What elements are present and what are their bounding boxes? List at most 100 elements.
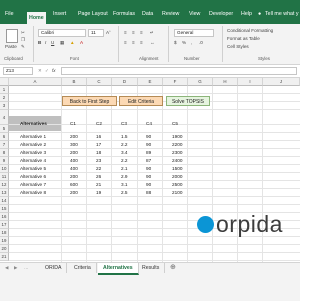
- criteria-value-cell[interactable]: 3.1: [121, 181, 128, 189]
- sheet-tab-results[interactable]: Results: [137, 263, 166, 273]
- alternative-name-cell[interactable]: Alternative 2: [20, 141, 46, 149]
- next-sheet-icon[interactable]: ▶: [14, 265, 18, 271]
- criteria-value-cell[interactable]: 200: [70, 173, 78, 181]
- cut-icon[interactable]: ✂: [21, 30, 25, 36]
- name-box[interactable]: Z13: [3, 67, 33, 75]
- row-header-14[interactable]: 14: [0, 197, 9, 205]
- criteria-value-cell[interactable]: 1500: [172, 165, 182, 173]
- criteria-value-cell[interactable]: 200: [70, 133, 78, 141]
- tab-data[interactable]: Data: [142, 9, 153, 19]
- criteria-value-cell[interactable]: 18: [96, 149, 101, 157]
- more-sheets-icon[interactable]: …: [24, 265, 29, 271]
- percent-icon[interactable]: %: [182, 40, 186, 46]
- criteria-value-cell[interactable]: 90: [146, 165, 151, 173]
- tab-formulas[interactable]: Formulas: [113, 9, 135, 19]
- font-name-select[interactable]: Calibri: [38, 29, 86, 37]
- align-top-icon[interactable]: ≡: [124, 30, 127, 36]
- column-header-d[interactable]: D: [112, 78, 138, 86]
- paste-label[interactable]: Paste: [5, 44, 17, 50]
- format-as-table-button[interactable]: Format as Table: [227, 36, 260, 42]
- alternative-name-cell[interactable]: Alternative 4: [20, 157, 46, 165]
- paste-icon[interactable]: [6, 29, 18, 43]
- wrap-text-icon[interactable]: ↵: [150, 30, 154, 36]
- criteria-value-cell[interactable]: 2.5: [121, 189, 128, 197]
- row-header-5[interactable]: 5: [0, 125, 9, 133]
- criteria-value-cell[interactable]: 2.2: [121, 141, 128, 149]
- conditional-formatting-button[interactable]: Conditional Formatting: [227, 28, 273, 34]
- tab-review[interactable]: Review: [162, 9, 179, 19]
- borders-icon[interactable]: ▦: [60, 40, 64, 46]
- tab-developer[interactable]: Developer: [209, 9, 233, 19]
- row-header-8[interactable]: 8: [0, 149, 9, 157]
- criteria-value-cell[interactable]: 90: [146, 133, 151, 141]
- row-header-17[interactable]: 17: [0, 221, 9, 229]
- column-header-e[interactable]: E: [138, 78, 163, 86]
- align-middle-icon[interactable]: ≡: [132, 30, 135, 36]
- row-header-20[interactable]: 20: [0, 245, 9, 253]
- criteria-value-cell[interactable]: 400: [70, 165, 78, 173]
- criteria-value-cell[interactable]: 1900: [172, 133, 182, 141]
- grow-font-icon[interactable]: Aˆ: [106, 30, 111, 36]
- criteria-value-cell[interactable]: 21: [96, 181, 101, 189]
- criteria-value-cell[interactable]: 2.2: [121, 157, 128, 165]
- fx-icon[interactable]: fx: [52, 68, 56, 74]
- column-header-g[interactable]: G: [188, 78, 213, 86]
- criteria-value-cell[interactable]: 2100: [172, 189, 182, 197]
- italic-button[interactable]: I: [45, 40, 46, 46]
- row-header-11[interactable]: 11: [0, 173, 9, 181]
- row-header-9[interactable]: 9: [0, 157, 9, 165]
- tab-insert[interactable]: Insert: [53, 9, 66, 19]
- row-header-12[interactable]: 12: [0, 181, 9, 189]
- criteria-value-cell[interactable]: 19: [96, 189, 101, 197]
- criteria-value-cell[interactable]: 2000: [172, 173, 182, 181]
- row-header-18[interactable]: 18: [0, 229, 9, 237]
- row-header-1[interactable]: 1: [0, 86, 9, 94]
- tab-file[interactable]: File: [5, 9, 14, 19]
- formula-input[interactable]: [61, 67, 297, 75]
- column-header-i[interactable]: I: [238, 78, 263, 86]
- criteria-value-cell[interactable]: 26: [96, 173, 101, 181]
- alternative-name-cell[interactable]: Alternative 8: [20, 189, 46, 197]
- column-header-a[interactable]: A: [9, 78, 62, 86]
- column-header-j[interactable]: J: [263, 78, 300, 86]
- criteria-value-cell[interactable]: 1.5: [121, 133, 128, 141]
- enter-icon[interactable]: ✓: [45, 68, 49, 74]
- row-header-19[interactable]: 19: [0, 237, 9, 245]
- row-header-21[interactable]: 21: [0, 253, 9, 261]
- tab-page-layout[interactable]: Page Layout: [78, 9, 108, 19]
- sheet-tab-criteria[interactable]: Criteria: [69, 263, 97, 273]
- criteria-value-cell[interactable]: 90: [146, 141, 151, 149]
- criteria-value-cell[interactable]: 2200: [172, 141, 182, 149]
- prev-sheet-icon[interactable]: ◀: [5, 265, 9, 271]
- merge-center-icon[interactable]: ↔: [150, 40, 155, 46]
- column-header-b[interactable]: B: [62, 78, 87, 86]
- align-center-icon[interactable]: ≡: [132, 40, 135, 46]
- criteria-value-cell[interactable]: 89: [146, 149, 151, 157]
- back-to-first-step-button[interactable]: Back to First Step: [62, 96, 117, 106]
- comma-icon[interactable]: ,: [191, 40, 192, 46]
- row-header-16[interactable]: 16: [0, 213, 9, 221]
- font-color-icon[interactable]: A: [80, 40, 83, 46]
- cell-styles-button[interactable]: Cell Styles: [227, 44, 249, 50]
- row-header-15[interactable]: 15: [0, 205, 9, 213]
- criteria-value-cell[interactable]: 2300: [172, 149, 182, 157]
- row-header-7[interactable]: 7: [0, 141, 9, 149]
- criteria-value-cell[interactable]: 2.9: [121, 173, 128, 181]
- criteria-value-cell[interactable]: 17: [96, 141, 101, 149]
- criteria-value-cell[interactable]: 16: [96, 133, 101, 141]
- add-sheet-icon[interactable]: ⊕: [170, 264, 176, 271]
- row-header-2[interactable]: 2: [0, 94, 9, 102]
- criteria-value-cell[interactable]: 88: [146, 189, 151, 197]
- alternative-name-cell[interactable]: Alternative 7: [20, 181, 46, 189]
- row-header-10[interactable]: 10: [0, 165, 9, 173]
- sheet-tab-orida[interactable]: ORIDA: [40, 263, 68, 273]
- currency-icon[interactable]: $: [174, 40, 177, 46]
- solve-topsis-button[interactable]: Solve TOPSIS: [166, 96, 210, 106]
- tab-view[interactable]: View: [189, 9, 200, 19]
- criteria-value-cell[interactable]: 87: [146, 157, 151, 165]
- row-header-3[interactable]: 3: [0, 102, 9, 110]
- fill-color-icon[interactable]: ▲: [70, 40, 75, 46]
- criteria-value-cell[interactable]: 2500: [172, 181, 182, 189]
- row-header-13[interactable]: 13: [0, 189, 9, 197]
- criteria-value-cell[interactable]: 23: [96, 157, 101, 165]
